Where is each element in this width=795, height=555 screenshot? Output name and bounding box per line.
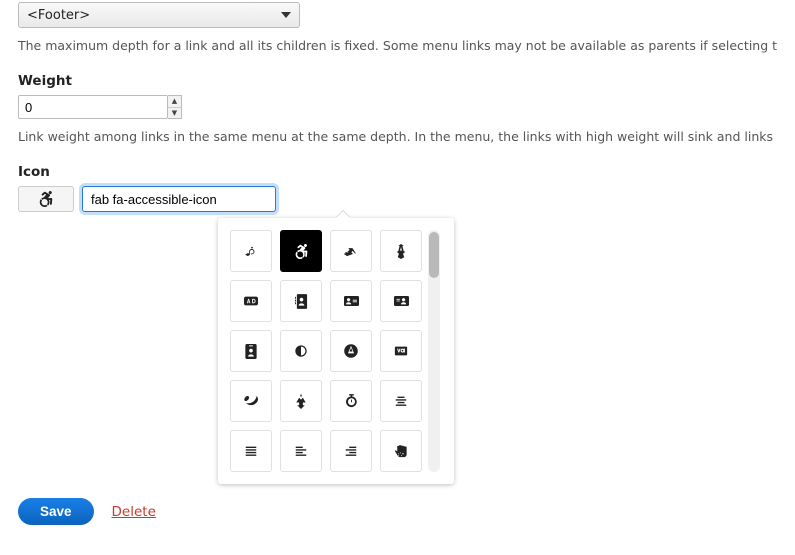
weight-description: Link weight among links in the same menu… [18,129,777,144]
parent-link-value: <Footer> [27,8,90,23]
icon-option-allergies[interactable] [380,430,422,472]
stepper-down-icon[interactable]: ▼ [168,108,181,119]
popover-arrow [336,211,350,218]
icon-picker-popover [218,218,454,484]
icon-option-address-book[interactable] [280,280,322,322]
weight-stepper[interactable]: ▲ ▼ [168,95,182,119]
icon-class-input[interactable] [82,186,276,212]
weight-label: Weight [18,73,777,89]
icon-option-align-justify[interactable] [230,430,272,472]
icon-option-adn[interactable] [330,330,372,372]
parent-link-select[interactable]: <Footer> [18,2,300,28]
icon-option-ad[interactable] [230,280,272,322]
accessible-icon [38,191,54,207]
save-button[interactable]: Save [18,498,94,525]
icon-picker-scrollbar[interactable] [428,230,440,472]
icon-option-acquisitions-incorporated[interactable] [380,230,422,272]
icon-option-adjust[interactable] [280,330,322,372]
icon-label: Icon [18,164,777,180]
icon-option-align-left[interactable] [280,430,322,472]
icon-option-address-card[interactable] [330,280,372,322]
icon-option-adversal[interactable] [380,330,422,372]
stepper-up-icon[interactable]: ▲ [168,96,181,108]
parent-link-description: The maximum depth for a link and all its… [18,38,777,53]
scrollbar-thumb[interactable] [429,232,439,278]
icon-option-id-card[interactable] [380,280,422,322]
icon-preview-button[interactable] [18,186,74,212]
icon-option-stopwatch[interactable] [330,380,372,422]
icon-option-500px[interactable] [230,230,272,272]
icon-option-accessible-icon[interactable] [280,230,322,272]
icon-option-id-badge[interactable] [230,330,272,372]
icon-option-accusoft[interactable] [330,230,372,272]
delete-link[interactable]: Delete [112,504,156,520]
icon-option-align-right[interactable] [330,430,372,472]
icon-option-air-freshener[interactable] [280,380,322,422]
chevron-down-icon [281,12,291,18]
icon-option-affiliatetheme[interactable] [230,380,272,422]
icon-option-align-center[interactable] [380,380,422,422]
weight-input[interactable] [18,95,168,119]
